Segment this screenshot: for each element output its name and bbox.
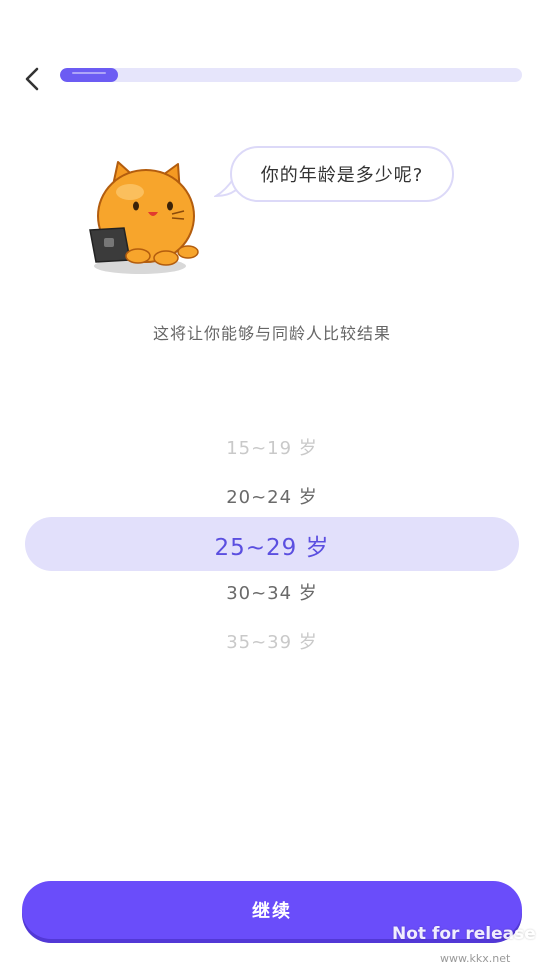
subtitle-text: 这将让你能够与同龄人比较结果 <box>152 324 391 343</box>
question-text: 你的年龄是多少呢? <box>260 165 424 186</box>
cat-mascot-icon <box>89 161 199 274</box>
watermark-site: www.kkx.net <box>440 952 511 965</box>
back-chevron-icon[interactable] <box>18 64 48 94</box>
question-bubble: 你的年龄是多少呢? <box>230 146 454 202</box>
picker-item-15-19[interactable]: 15~19 岁 <box>0 434 544 460</box>
picker-item-35-39[interactable]: 35~39 岁 <box>0 628 544 654</box>
watermark-text: Not for release <box>392 924 536 944</box>
progress-bar <box>60 68 522 82</box>
progress-fill <box>60 68 118 82</box>
picker-item-20-24[interactable]: 20~24 岁 <box>0 483 544 509</box>
picker-item-selected[interactable]: 25~29 岁 <box>0 528 544 562</box>
picker-item-30-34[interactable]: 30~34 岁 <box>0 579 544 605</box>
